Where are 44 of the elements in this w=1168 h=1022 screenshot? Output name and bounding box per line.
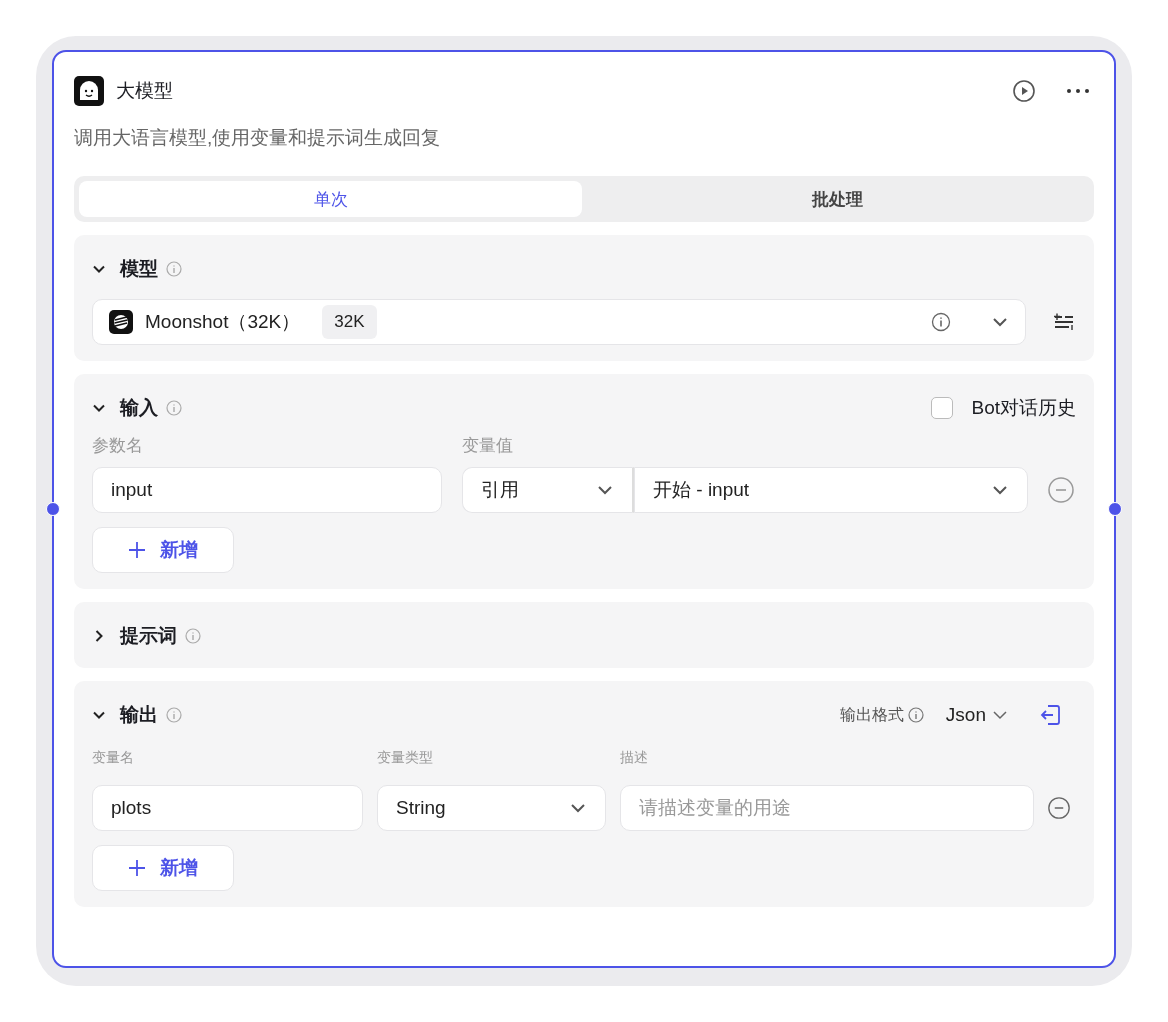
mode-tab[interactable]: 单次 — [79, 181, 582, 217]
node-description: 调用大语言模型,使用变量和提示词生成回复 — [74, 126, 442, 150]
variable-value-select[interactable]: 开始 - input — [634, 467, 1028, 513]
remove-icon[interactable] — [1048, 477, 1074, 503]
info-icon — [185, 628, 201, 644]
column-label: 描述 — [620, 749, 649, 767]
model-select[interactable]: Moonshot（32K） 32K — [92, 299, 1026, 345]
column-label: 变量值 — [462, 435, 514, 457]
add-button[interactable]: 新增 — [92, 845, 234, 891]
remove-icon[interactable] — [1048, 797, 1070, 819]
more-icon[interactable] — [1066, 88, 1090, 94]
section-title: 提示词 — [120, 624, 177, 648]
context-badge: 32K — [322, 305, 377, 339]
output-port[interactable] — [1108, 502, 1122, 516]
plus-icon — [128, 541, 146, 559]
section-title: 输出 — [120, 703, 158, 727]
add-button[interactable]: 新增 — [92, 527, 234, 573]
section-title: 输入 — [120, 396, 158, 420]
mode-tab[interactable]: 批处理 — [586, 181, 1089, 217]
description-field[interactable]: 请描述变量的用途 — [620, 785, 1034, 831]
source-type-select[interactable]: 引用 — [462, 467, 634, 513]
variable-type-select[interactable]: String — [377, 785, 606, 831]
param-name-field[interactable]: input — [92, 467, 442, 513]
plus-icon — [128, 859, 146, 877]
node-title: 大模型 — [116, 79, 173, 103]
info-icon — [907, 707, 924, 723]
input-port[interactable] — [46, 502, 60, 516]
info-icon — [166, 707, 182, 723]
info-icon — [931, 312, 951, 332]
column-label: 参数名 — [92, 435, 144, 457]
moonshot-logo-icon — [109, 310, 133, 334]
info-icon — [166, 261, 182, 277]
column-label: 变量名 — [92, 749, 135, 767]
format-label: 输出格式 — [839, 704, 904, 725]
section-title: 模型 — [120, 257, 158, 281]
import-icon[interactable] — [1038, 703, 1062, 727]
checkbox-label: Bot对话历史 — [971, 396, 1076, 420]
checkbox[interactable] — [931, 397, 954, 419]
ghost-logo-icon — [74, 76, 104, 106]
format-select[interactable]: Json — [945, 704, 1008, 726]
play-icon[interactable] — [1012, 79, 1036, 103]
info-icon — [166, 400, 182, 416]
column-label: 变量类型 — [377, 749, 434, 767]
variable-name-field[interactable]: plots — [92, 785, 363, 831]
